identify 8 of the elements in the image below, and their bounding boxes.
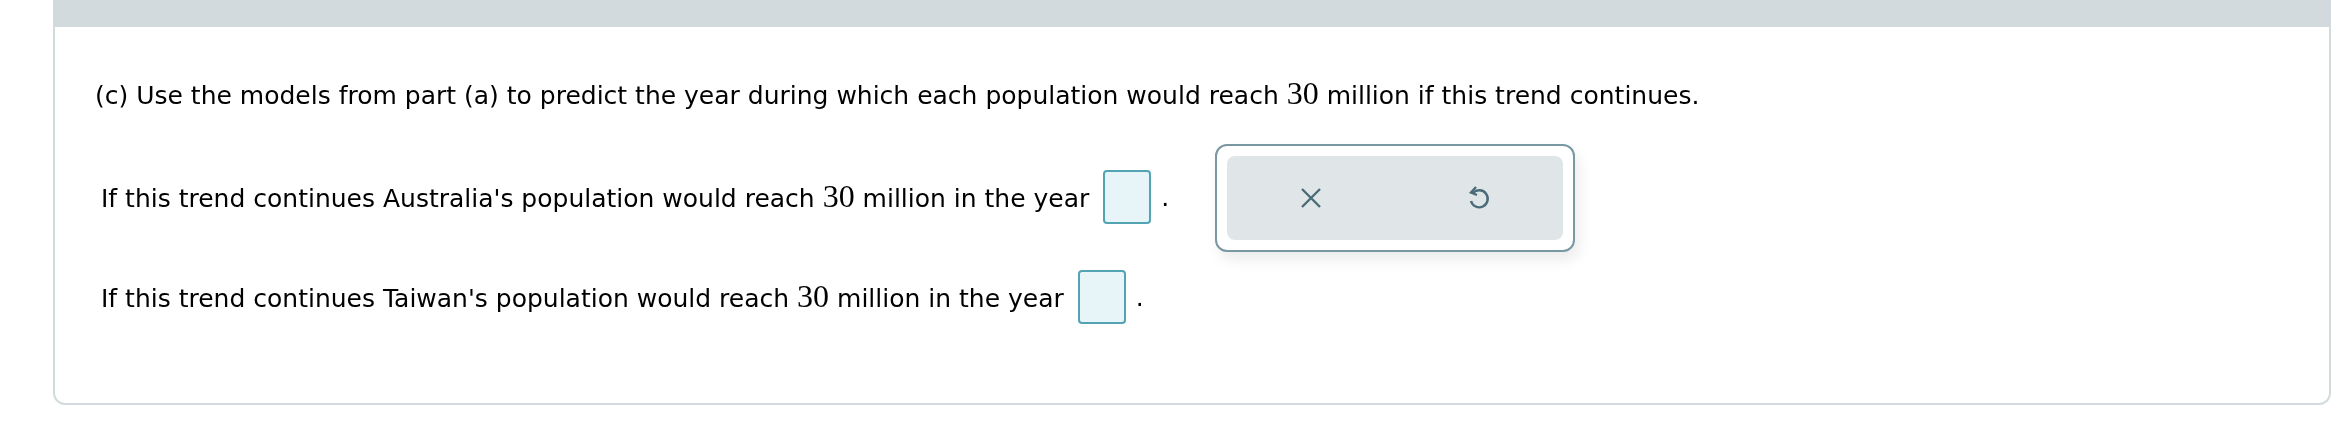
- answer-prompt: If this trend continues Australia's population would reach 30 million in the year: [101, 176, 1090, 216]
- period: .: [1161, 182, 1170, 212]
- answer-box[interactable]: [1103, 170, 1152, 224]
- close-icon: [1298, 186, 1323, 210]
- question-text: (c) Use the models from part (a) to predict the year during which each population would reach 30 million if this trend continues.: [95, 74, 1701, 113]
- period: .: [1135, 282, 1144, 312]
- answer-box[interactable]: [1077, 270, 1126, 324]
- answer-prompt: If this trend continues Taiwan's population would reach 30 million in the year: [101, 276, 1064, 316]
